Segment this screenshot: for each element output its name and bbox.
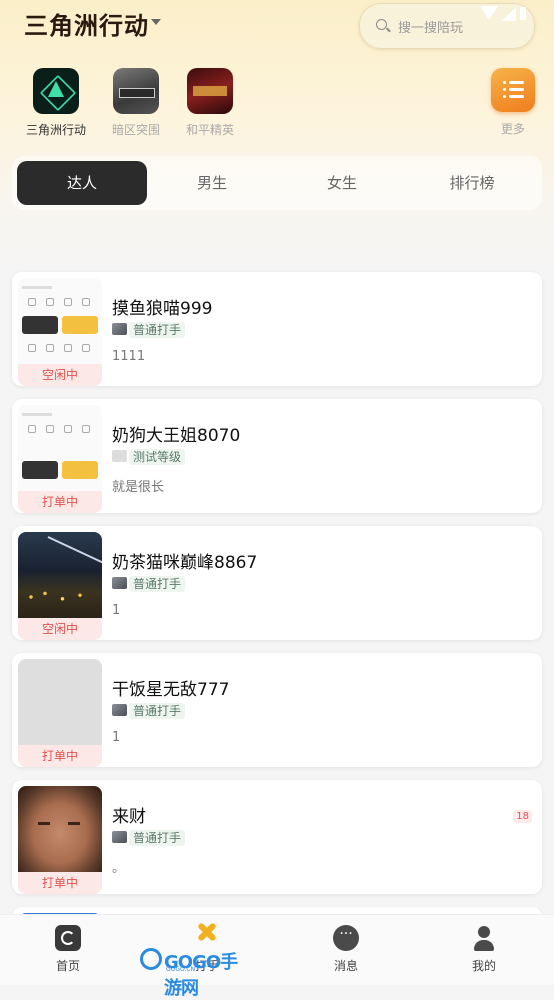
- player-name: 来财: [112, 807, 146, 827]
- player-card[interactable]: 打单中 干饭星无敌777 普通打手 1: [12, 653, 542, 767]
- player-bio: 就是很长: [112, 480, 165, 495]
- status-badge: 空闲中: [18, 618, 102, 640]
- menu-list-icon: [491, 68, 535, 112]
- delta-force-icon: [33, 68, 79, 114]
- player-bio: 1: [112, 603, 121, 618]
- level-label: 普通打手: [129, 322, 186, 338]
- player-photo: [18, 786, 102, 872]
- player-photo: [18, 278, 102, 364]
- watermark-sub: GOGO.CN: [166, 966, 196, 973]
- more-label: 更多: [500, 122, 525, 136]
- rank-icon: [112, 831, 127, 843]
- player-photo: [18, 659, 102, 745]
- rank-icon: [112, 704, 127, 716]
- player-card[interactable]: 打单中 奶狗大王姐8070 测试等级 就是很长: [12, 399, 542, 513]
- game-list: 三角洲行动 暗区突围 和平精英 更多: [0, 62, 554, 142]
- wifi-icon: [480, 6, 498, 20]
- level-label: 普通打手: [129, 830, 186, 846]
- game-label: 和平精英: [185, 123, 234, 137]
- status-badge: 打单中: [18, 491, 102, 513]
- player-photo: [18, 532, 102, 618]
- status-badge: 打单中: [18, 745, 102, 767]
- player-bio: 1111: [112, 349, 146, 364]
- watermark-text: GOGO手游网: [164, 952, 238, 999]
- player-avatar: 空闲中: [18, 278, 102, 386]
- player-name: 奶狗大王姐8070: [112, 426, 241, 446]
- category-tabs: 达人 男生 女生 排行榜: [12, 156, 542, 210]
- player-card[interactable]: 空闲中 奶茶猫咪巅峰8867 普通打手 1: [12, 526, 542, 640]
- player-bio: 。: [112, 861, 126, 876]
- game-item-arena-breakout[interactable]: 暗区突围: [96, 62, 176, 138]
- search-placeholder: 搜一搜陪玩: [398, 21, 464, 36]
- player-bio: 1: [112, 730, 121, 745]
- nav-label: 消息: [333, 959, 358, 973]
- player-name: 奶茶猫咪巅峰8867: [112, 553, 258, 573]
- chevron-down-icon[interactable]: [151, 19, 161, 25]
- user-icon: [471, 925, 497, 951]
- level-label: 测试等级: [129, 449, 186, 465]
- game-item-peace-elite[interactable]: 和平精英: [170, 62, 250, 138]
- player-avatar: 空闲中: [18, 532, 102, 640]
- status-badge: 空闲中: [18, 364, 102, 386]
- search-icon: [376, 19, 387, 30]
- player-card[interactable]: 空闲中 摸鱼狼喵999 普通打手 1111: [12, 272, 542, 386]
- crossed-swords-icon: [192, 917, 222, 947]
- game-label: 暗区突围: [111, 123, 160, 137]
- level-label: 普通打手: [129, 576, 186, 592]
- nav-messages[interactable]: 消息: [311, 925, 381, 974]
- status-bar-icons: [480, 6, 526, 22]
- bottom-nav: 首页 打手 消息 我的: [0, 914, 554, 985]
- nav-profile[interactable]: 我的: [449, 925, 519, 974]
- rank-icon: [112, 577, 127, 589]
- player-avatar: 打单中: [18, 659, 102, 767]
- battery-icon: [520, 7, 526, 20]
- tab-experts[interactable]: 达人: [17, 161, 147, 205]
- nav-label: 首页: [55, 959, 80, 973]
- player-name: 干饭星无敌777: [112, 680, 230, 700]
- tab-ranking[interactable]: 排行榜: [407, 161, 537, 205]
- rank-icon: [112, 450, 127, 462]
- player-photo: [18, 405, 102, 491]
- player-card[interactable]: 打单中 来财 普通打手 。 18: [12, 780, 542, 894]
- tab-male[interactable]: 男生: [147, 161, 277, 205]
- watermark-logo: GOGO手游网 GOGO.CN: [140, 946, 248, 999]
- signal-icon: [502, 7, 516, 21]
- status-badge: 打单中: [18, 872, 102, 894]
- level-label: 普通打手: [129, 703, 186, 719]
- arena-breakout-icon: [113, 68, 159, 114]
- nav-home[interactable]: 首页: [33, 925, 103, 974]
- game-selector-title[interactable]: 三角洲行动: [24, 6, 149, 41]
- player-avatar: 打单中: [18, 405, 102, 513]
- player-name: 摸鱼狼喵999: [112, 299, 213, 319]
- more-games-button[interactable]: 更多: [490, 62, 536, 137]
- rank-icon: [112, 323, 127, 335]
- header: 三角洲行动 搜一搜陪玩: [0, 0, 554, 52]
- chat-bubble-icon: [333, 925, 359, 951]
- age-badge: 18: [513, 810, 532, 823]
- game-label: 三角洲行动: [25, 123, 86, 137]
- player-avatar: 打单中: [18, 786, 102, 894]
- watermark-icon: [140, 948, 162, 970]
- tab-female[interactable]: 女生: [277, 161, 407, 205]
- game-item-delta-force[interactable]: 三角洲行动: [16, 62, 96, 138]
- nav-label: 我的: [471, 959, 496, 973]
- home-icon: [55, 925, 81, 951]
- peace-elite-icon: [187, 68, 233, 114]
